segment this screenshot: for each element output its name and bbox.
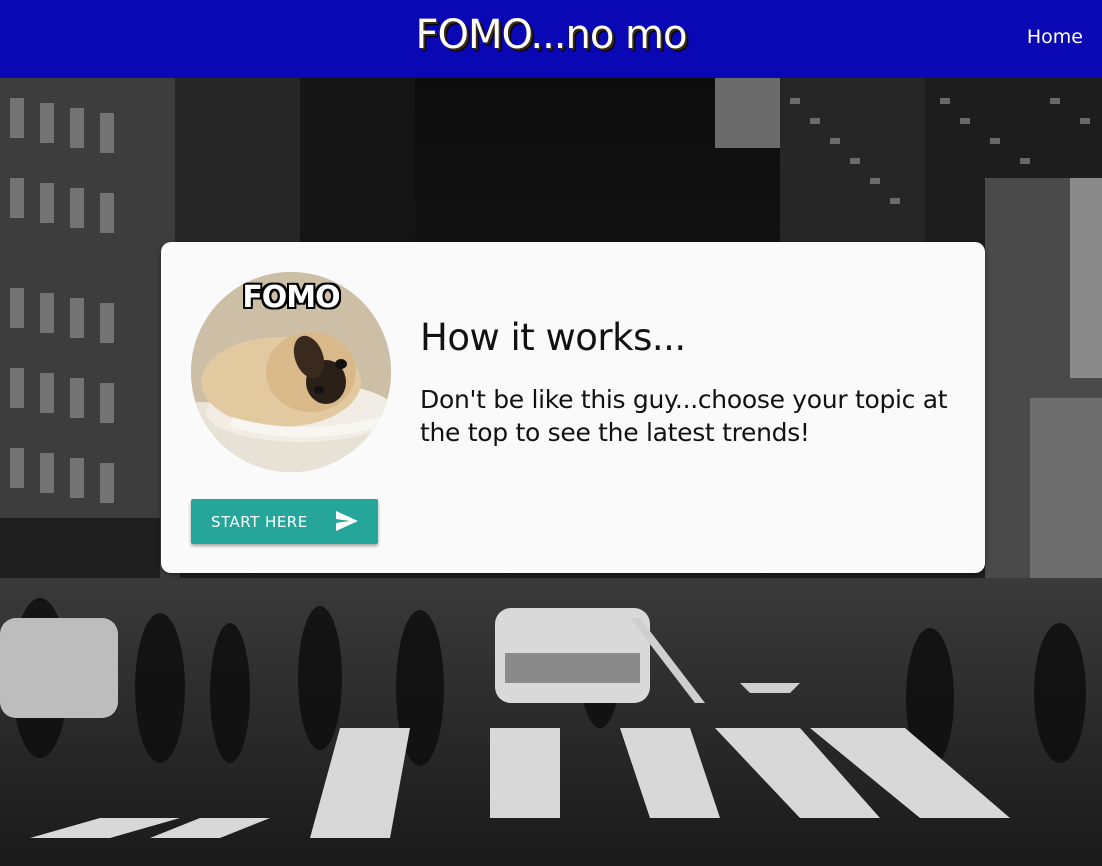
card-title: How it works... <box>420 316 686 359</box>
navbar: FOMO...no mo Home <box>0 0 1102 78</box>
card-description: Don't be like this guy...choose your top… <box>420 385 948 447</box>
start-here-button[interactable]: Start Here <box>191 499 378 544</box>
image-caption: FOMO <box>242 280 340 315</box>
start-here-button-label: Start Here <box>211 512 308 531</box>
how-it-works-card: FOMO How it works... Don't be like this … <box>161 242 985 573</box>
nav-home-link[interactable]: Home <box>1027 26 1083 48</box>
pug-fomo-image: FOMO <box>191 272 391 472</box>
send-icon <box>336 511 358 535</box>
brand-logo[interactable]: FOMO...no mo <box>0 12 1102 58</box>
